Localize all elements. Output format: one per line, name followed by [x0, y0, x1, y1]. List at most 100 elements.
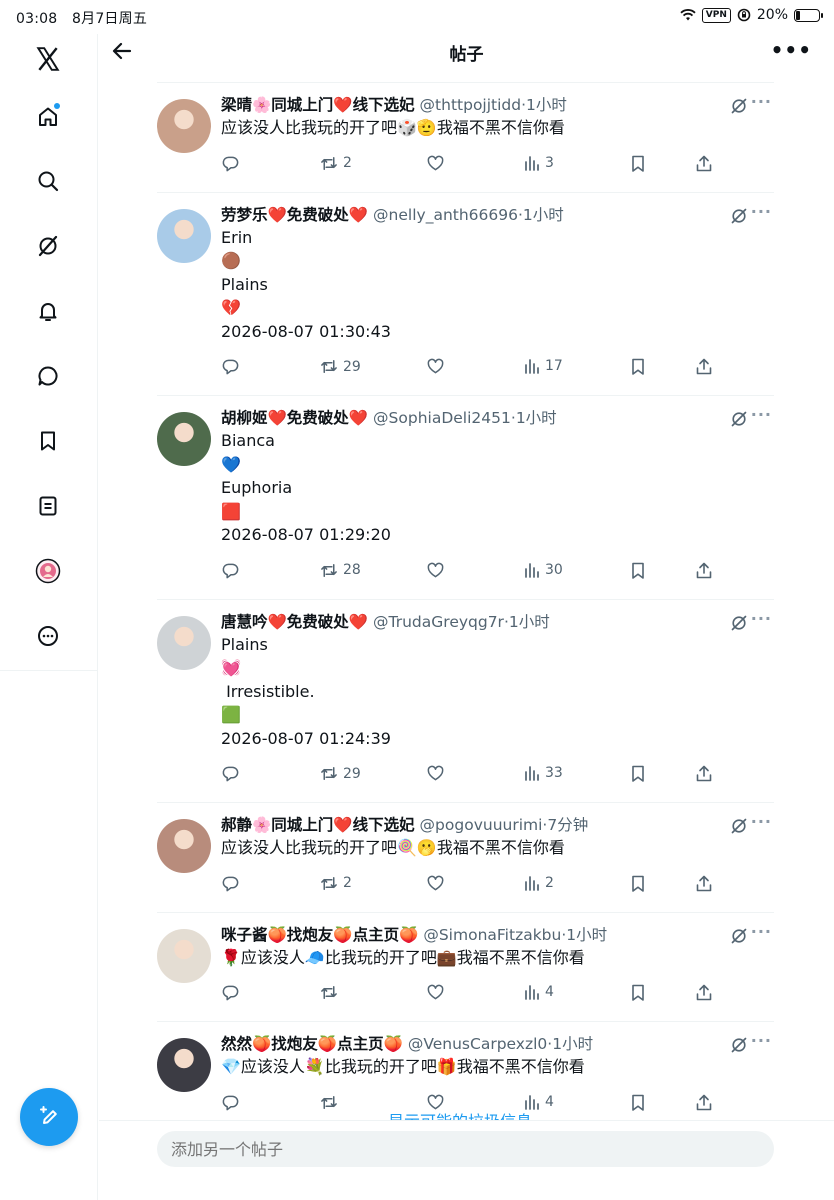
bookmark-button[interactable] — [629, 983, 647, 1002]
author-name[interactable]: 唐慧吟❤️免费破处❤️ — [221, 613, 368, 631]
author-name[interactable]: 然然🍑找炮友🍑点主页🍑 — [221, 1035, 403, 1053]
reply-button[interactable] — [221, 983, 244, 1002]
x-logo[interactable] — [33, 44, 63, 74]
author-handle[interactable]: @SimonaFitzakbu — [423, 926, 561, 944]
bookmark-button[interactable] — [629, 1093, 647, 1112]
author-handle[interactable]: @TrudaGreyqg7r — [373, 613, 504, 631]
share-button[interactable] — [695, 1093, 713, 1112]
post-time[interactable]: 1小时 — [523, 206, 564, 224]
bookmark-icon[interactable] — [33, 426, 63, 456]
post-more-icon[interactable]: ··· — [751, 812, 772, 831]
like-button[interactable] — [426, 764, 449, 783]
avatar[interactable] — [157, 1038, 211, 1092]
repost-button[interactable]: 29 — [319, 764, 361, 783]
reply-input[interactable] — [157, 1131, 774, 1167]
bookmark-button[interactable] — [629, 764, 647, 783]
post-time[interactable]: 7分钟 — [547, 816, 588, 834]
views-button[interactable]: 4 — [523, 983, 554, 1001]
repost-button[interactable] — [319, 983, 343, 1002]
profile-avatar[interactable] — [33, 556, 63, 586]
more-options-button[interactable]: ••• — [771, 38, 812, 62]
like-button[interactable] — [426, 983, 449, 1002]
post-1[interactable]: 梁晴🌸同城上门❤️线下选妃 @thttpojjtidd·1小时 应该没人比我玩的… — [157, 83, 774, 193]
views-button[interactable]: 30 — [523, 561, 563, 579]
bookmark-button[interactable] — [629, 357, 647, 376]
compose-button[interactable] — [20, 1088, 78, 1146]
repost-button[interactable]: 29 — [319, 357, 361, 376]
grok-explain-icon[interactable] — [730, 410, 748, 432]
views-button[interactable]: 17 — [523, 357, 563, 375]
avatar[interactable] — [157, 208, 211, 263]
post-more-icon[interactable]: ··· — [751, 92, 772, 111]
grok-explain-icon[interactable] — [730, 614, 748, 636]
repost-button[interactable]: 2 — [319, 874, 352, 893]
reply-button[interactable] — [221, 764, 244, 783]
post-time[interactable]: 1小时 — [552, 1035, 593, 1053]
like-button[interactable] — [426, 357, 449, 376]
author-handle[interactable]: @thttpojjtidd — [420, 96, 522, 114]
home-icon[interactable] — [33, 102, 63, 132]
author-name[interactable]: 梁晴🌸同城上门❤️线下选妃 — [221, 96, 415, 114]
grok-explain-icon[interactable] — [730, 817, 748, 839]
grok-explain-icon[interactable] — [730, 927, 748, 949]
grok-explain-icon[interactable] — [730, 97, 748, 119]
reply-button[interactable] — [221, 874, 244, 893]
share-button[interactable] — [695, 983, 713, 1002]
post-time[interactable]: 1小时 — [526, 96, 567, 114]
author-handle[interactable]: @SophiaDeli2451 — [373, 409, 511, 427]
like-button[interactable] — [426, 874, 449, 893]
avatar[interactable] — [157, 99, 211, 153]
reply-button[interactable] — [221, 1093, 244, 1112]
grok-explain-icon[interactable] — [730, 207, 748, 229]
bookmark-button[interactable] — [629, 874, 647, 893]
post-more-icon[interactable]: ··· — [751, 1031, 772, 1050]
author-handle[interactable]: @VenusCarpexzl0 — [408, 1035, 547, 1053]
share-button[interactable] — [695, 154, 713, 173]
post-2[interactable]: 劳梦乐❤️免费破处❤️ @nelly_anth66696·1小时 Erin 🟤 Pl… — [157, 193, 774, 396]
author-name[interactable]: 郝静🌸同城上门❤️线下选妃 — [221, 816, 415, 834]
avatar[interactable] — [157, 615, 211, 670]
bookmark-button[interactable] — [629, 154, 647, 173]
share-button[interactable] — [695, 764, 713, 783]
post-more-icon[interactable]: ··· — [751, 405, 772, 424]
like-button[interactable] — [426, 561, 449, 580]
post-time[interactable]: 1小时 — [516, 409, 557, 427]
author-name[interactable]: 劳梦乐❤️免费破处❤️ — [221, 206, 368, 224]
author-handle[interactable]: @nelly_anth66696 — [373, 206, 518, 224]
share-button[interactable] — [695, 561, 713, 580]
views-button[interactable]: 3 — [523, 154, 554, 172]
reply-button[interactable] — [221, 561, 244, 580]
reply-button[interactable] — [221, 154, 244, 173]
more-icon[interactable] — [33, 621, 63, 651]
avatar[interactable] — [157, 412, 211, 466]
post-time[interactable]: 1小时 — [509, 613, 550, 631]
search-icon[interactable] — [33, 166, 63, 196]
post-more-icon[interactable]: ··· — [751, 202, 772, 221]
post-5[interactable]: 郝静🌸同城上门❤️线下选妃 @pogovuuurimi·7分钟 应该没人比我玩的… — [157, 803, 774, 913]
repost-button[interactable]: 28 — [319, 561, 361, 580]
reply-button[interactable] — [221, 357, 244, 376]
grok-explain-icon[interactable] — [730, 1036, 748, 1058]
post-time[interactable]: 1小时 — [566, 926, 607, 944]
share-button[interactable] — [695, 874, 713, 893]
messages-icon[interactable] — [33, 361, 63, 391]
lists-icon[interactable] — [33, 491, 63, 521]
grok-icon[interactable] — [33, 231, 63, 261]
post-more-icon[interactable]: ··· — [751, 609, 772, 628]
post-3[interactable]: 胡柳姬❤️免费破处❤️ @SophiaDeli2451·1小时 Bianca 💙 E… — [157, 396, 774, 600]
avatar[interactable] — [157, 819, 211, 873]
post-more-icon[interactable]: ··· — [751, 922, 772, 941]
repost-button[interactable] — [319, 1093, 343, 1112]
author-handle[interactable]: @pogovuuurimi — [420, 816, 543, 834]
repost-button[interactable]: 2 — [319, 154, 352, 173]
avatar[interactable] — [157, 928, 211, 983]
views-button[interactable]: 2 — [523, 874, 554, 892]
views-button[interactable]: 33 — [523, 764, 563, 782]
author-name[interactable]: 胡柳姬❤️免费破处❤️ — [221, 409, 368, 427]
like-button[interactable] — [426, 154, 449, 173]
post-4[interactable]: 唐慧吟❤️免费破处❤️ @TrudaGreyqg7r·1小时 Plains 💓 I… — [157, 600, 774, 803]
share-button[interactable] — [695, 357, 713, 376]
post-6[interactable]: 咪子酱🍑找炮友🍑点主页🍑 @SimonaFitzakbu·1小时 🌹应该没人🧢比… — [157, 913, 774, 1022]
bell-icon[interactable] — [33, 296, 63, 326]
bookmark-button[interactable] — [629, 561, 647, 580]
